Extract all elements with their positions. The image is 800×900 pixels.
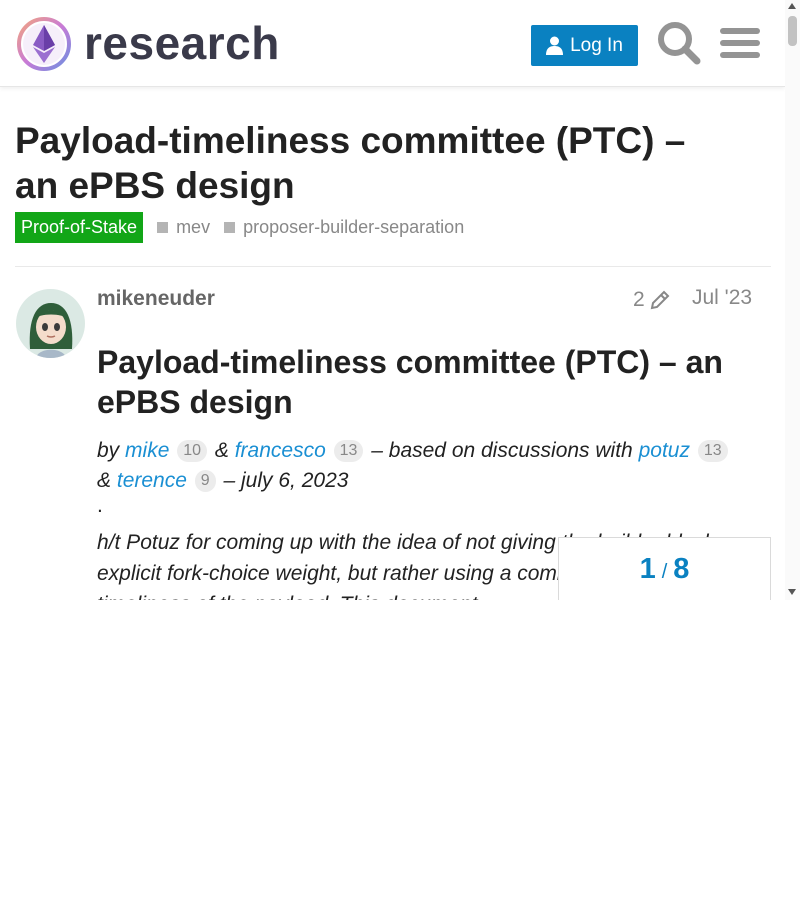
post-heading: Payload-timeliness committee (PTC) – an … — [97, 344, 723, 420]
edit-history[interactable]: 2 — [633, 288, 671, 312]
topic-title[interactable]: Payload-timeliness committee (PTC) – an … — [15, 118, 735, 208]
post-byline: by mike 10 & francesco 13 – based on dis… — [97, 436, 777, 496]
byline-date: – july 6, 2023 — [223, 469, 349, 492]
mention-francesco[interactable]: francesco — [235, 439, 326, 462]
login-label: Log In — [570, 34, 623, 56]
tag-label: mev — [176, 217, 211, 237]
progress-current: 1 — [639, 552, 656, 585]
category-badge[interactable]: Proof-of-Stake — [15, 212, 144, 243]
mention-potuz[interactable]: potuz — [639, 439, 690, 462]
tag-label: proposer-builder-separation — [243, 217, 465, 237]
ethereum-research-logo[interactable] — [16, 16, 72, 72]
edit-count: 2 — [633, 288, 645, 311]
scrollbar-thumb[interactable] — [788, 16, 797, 46]
scrollbar[interactable] — [785, 0, 800, 600]
post-date[interactable]: Jul '23 — [692, 286, 752, 310]
byline-by: by — [97, 439, 120, 462]
scroll-up-arrow-icon[interactable] — [788, 3, 796, 9]
divider — [15, 266, 771, 267]
avatar[interactable] — [16, 289, 85, 358]
browser-viewport: research Log In Payload-timeliness commi… — [0, 0, 800, 600]
tag-square-icon — [157, 222, 169, 233]
site-header: research Log In — [0, 0, 785, 87]
byline-ampersand: & — [97, 469, 112, 492]
topic-tags: Proof-of-Stake mev proposer-builder-sepa… — [15, 212, 464, 243]
byline-based-on: – based on discussions with — [371, 439, 633, 462]
user-badge-count: 9 — [194, 470, 216, 492]
login-button[interactable]: Log In — [531, 25, 638, 66]
user-badge-count: 10 — [177, 440, 208, 462]
hamburger-menu-icon[interactable] — [718, 20, 762, 66]
search-icon[interactable] — [656, 20, 702, 66]
progress-total: 8 — [673, 552, 690, 585]
tag-proposer-builder-separation[interactable]: proposer-builder-separation — [224, 217, 464, 238]
mention-mike[interactable]: mike — [125, 439, 169, 462]
separator-dot: . — [97, 494, 103, 517]
site-name[interactable]: research — [84, 13, 280, 73]
topic-progress-indicator[interactable]: 1 / 8 — [558, 537, 771, 600]
tag-square-icon — [224, 222, 236, 233]
scroll-down-arrow-icon[interactable] — [788, 589, 796, 595]
user-badge-count: 13 — [333, 440, 364, 462]
mention-terence[interactable]: terence — [117, 469, 187, 492]
user-badge-count: 13 — [697, 440, 728, 462]
post-author[interactable]: mikeneuder — [97, 287, 215, 311]
user-icon — [546, 36, 564, 55]
progress-separator: / — [661, 560, 668, 583]
pencil-icon — [650, 290, 670, 310]
byline-ampersand: & — [214, 439, 229, 462]
tag-mev[interactable]: mev — [157, 217, 210, 238]
